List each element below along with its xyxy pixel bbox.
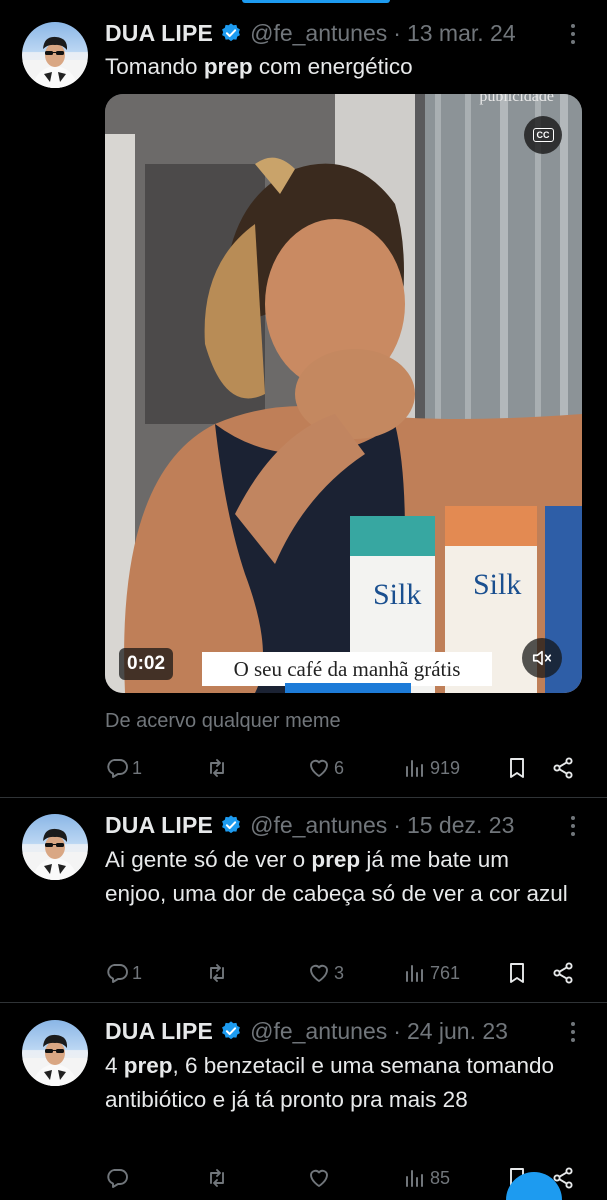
- like-button[interactable]: [307, 1163, 334, 1193]
- active-tab-indicator: [242, 0, 390, 3]
- avatar[interactable]: [22, 22, 88, 88]
- highlighted-term: prep: [311, 847, 361, 872]
- bookmark-icon: [510, 963, 524, 983]
- bookmark-button[interactable]: [505, 753, 529, 783]
- more-icon[interactable]: [566, 22, 580, 46]
- reply-count: 1: [132, 962, 143, 983]
- tweet-actions: 1 3 761: [105, 958, 581, 988]
- svg-text:Silk: Silk: [373, 578, 421, 611]
- timestamp[interactable]: 24 jun. 23: [407, 1018, 508, 1045]
- avatar[interactable]: [22, 814, 88, 880]
- handle[interactable]: @fe_antunes: [250, 1018, 387, 1045]
- more-icon[interactable]: [566, 1020, 580, 1044]
- like-icon: [310, 759, 328, 777]
- more-icon[interactable]: [566, 814, 580, 838]
- verified-badge-icon: [222, 23, 240, 42]
- avatar-image: [22, 828, 88, 880]
- reply-button[interactable]: [105, 1163, 132, 1193]
- svg-text:Silk: Silk: [473, 568, 521, 601]
- like-icon: [310, 1169, 328, 1187]
- bookmark-icon: [510, 758, 524, 778]
- reply-button[interactable]: 1: [105, 958, 142, 988]
- tweet-divider: [0, 797, 607, 798]
- view-count: 919: [430, 757, 461, 778]
- video-caption-strip: [285, 683, 411, 693]
- like-count: 3: [334, 962, 345, 983]
- reply-count: 1: [132, 757, 143, 778]
- view-count: 85: [430, 1167, 451, 1188]
- share-button[interactable]: [551, 958, 575, 988]
- ad-label: publicidade: [479, 94, 554, 105]
- views-button[interactable]: 919: [403, 753, 460, 783]
- media-source-attribution[interactable]: De acervo qualquer meme: [105, 710, 341, 733]
- mute-icon[interactable]: [522, 638, 562, 678]
- avatar-image: [22, 36, 88, 88]
- tweet-text: 4 prep, 6 benzetacil e uma semana tomand…: [105, 1053, 555, 1112]
- separator: ·: [393, 811, 401, 838]
- video-player[interactable]: Silk Silk publicidade CC O seu café da m…: [105, 94, 582, 693]
- cc-icon[interactable]: CC: [524, 116, 562, 154]
- display-name[interactable]: DUA LIPE: [105, 812, 213, 839]
- like-icon: [310, 964, 328, 982]
- highlighted-term: prep: [203, 54, 253, 79]
- views-icon: [406, 1170, 423, 1187]
- display-name[interactable]: DUA LIPE: [105, 20, 213, 47]
- views-icon: [406, 760, 423, 777]
- repost-icon: [210, 759, 224, 777]
- share-button[interactable]: [551, 753, 575, 783]
- reply-icon: [107, 759, 128, 778]
- mute-icon-glyph: [532, 650, 552, 666]
- like-button[interactable]: 3: [307, 958, 344, 988]
- video-frame: Silk Silk: [105, 94, 582, 693]
- separator: ·: [393, 1017, 401, 1044]
- handle[interactable]: @fe_antunes: [250, 20, 387, 47]
- tweet-header: DUA LIPE @fe_antunes · 15 dez. 23: [105, 810, 514, 840]
- share-icon: [553, 962, 573, 984]
- repost-icon: [210, 964, 224, 982]
- repost-button[interactable]: [205, 1163, 232, 1193]
- like-button[interactable]: 6: [307, 753, 344, 783]
- separator: ·: [393, 19, 401, 46]
- like-count: 6: [334, 757, 345, 778]
- views-icon: [406, 965, 423, 982]
- bookmark-button[interactable]: [505, 958, 529, 988]
- avatar-image: [22, 1034, 88, 1086]
- repost-button[interactable]: [205, 958, 232, 988]
- timestamp[interactable]: 15 dez. 23: [407, 812, 514, 839]
- display-name[interactable]: DUA LIPE: [105, 1018, 213, 1045]
- verified-badge-icon: [222, 1021, 240, 1040]
- views-button[interactable]: 85: [403, 1163, 450, 1193]
- view-count: 761: [430, 962, 461, 983]
- highlighted-term: prep: [123, 1053, 173, 1078]
- reply-button[interactable]: 1: [105, 753, 142, 783]
- tweet-header: DUA LIPE @fe_antunes · 13 mar. 24: [105, 18, 516, 48]
- repost-button[interactable]: [205, 753, 232, 783]
- repost-icon: [210, 1169, 224, 1187]
- video-caption: O seu café da manhã grátis: [202, 652, 492, 686]
- views-button[interactable]: 761: [403, 958, 460, 988]
- tweet-header: DUA LIPE @fe_antunes · 24 jun. 23: [105, 1016, 508, 1046]
- tweet-text: Tomando prep com energético: [105, 54, 413, 79]
- tweet-text: Ai gente só de ver o prep já me bate um …: [105, 847, 568, 906]
- video-timestamp: 0:02: [119, 648, 174, 680]
- share-icon: [553, 757, 573, 779]
- reply-icon: [107, 964, 128, 983]
- timestamp[interactable]: 13 mar. 24: [407, 20, 516, 47]
- verified-badge-icon: [222, 815, 240, 834]
- reply-icon: [107, 1169, 128, 1188]
- handle[interactable]: @fe_antunes: [250, 812, 387, 839]
- tweet-actions: 1 6 919: [105, 753, 581, 783]
- tweet-divider: [0, 1002, 607, 1003]
- avatar[interactable]: [22, 1020, 88, 1086]
